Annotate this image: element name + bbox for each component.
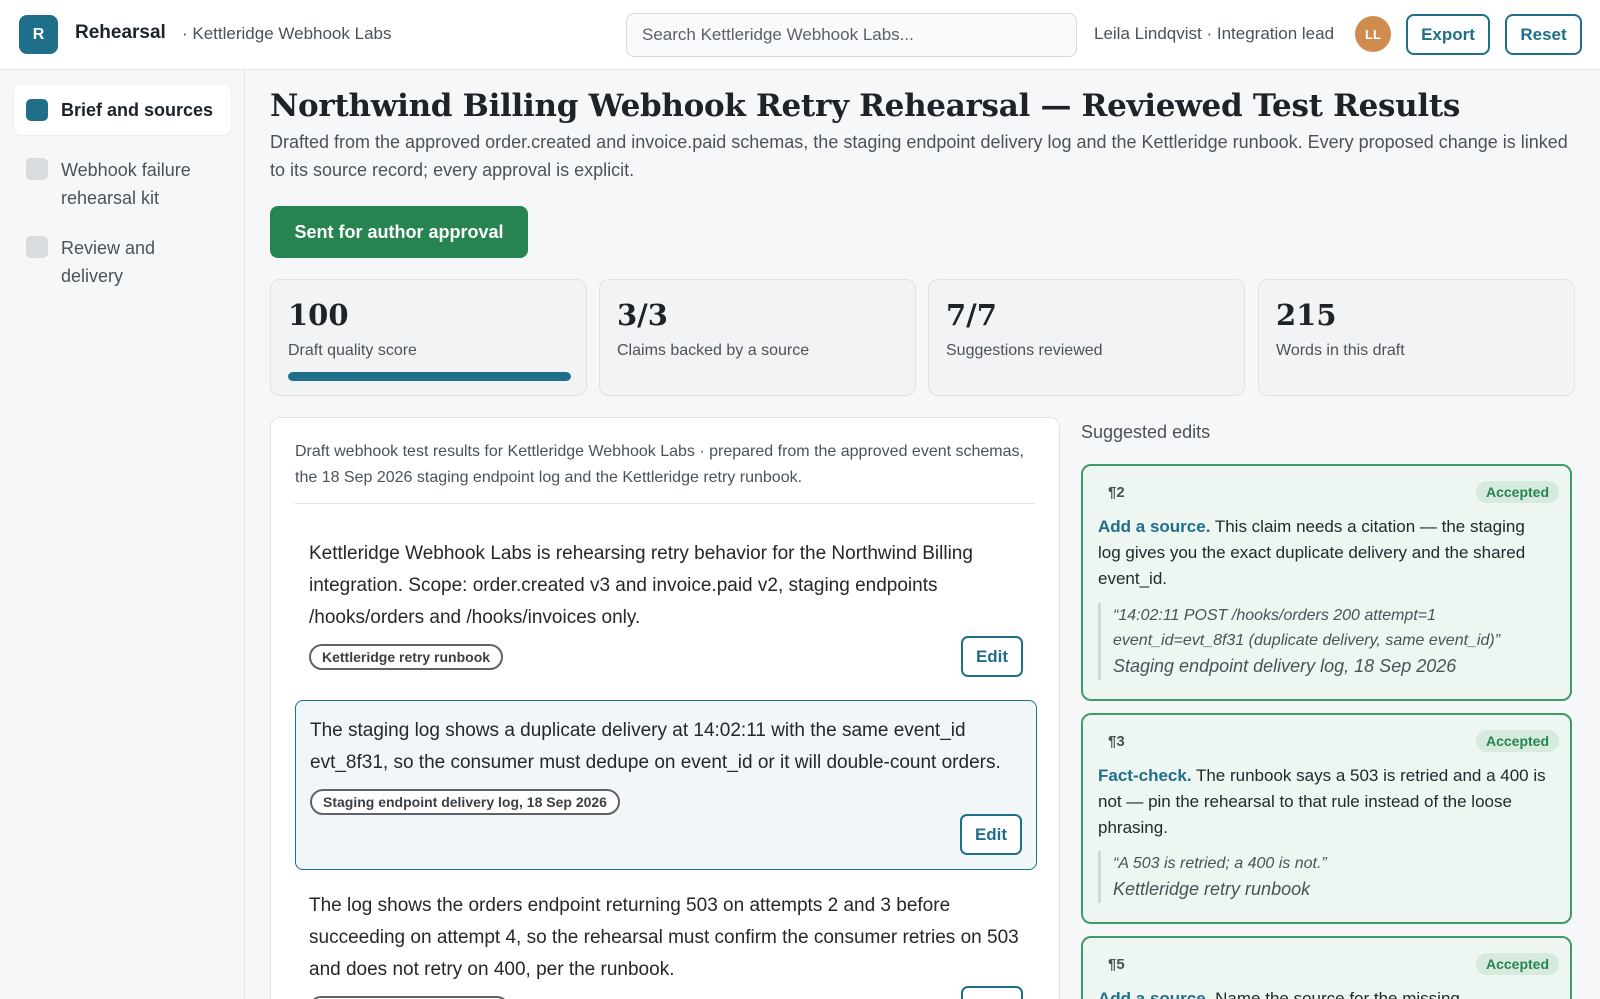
draft-paragraph-selected[interactable]: The staging log shows a duplicate delive… [295,700,1037,870]
quote-text: “14:02:11 POST /hooks/orders 200 attempt… [1113,607,1501,649]
export-button[interactable]: Export [1406,14,1490,55]
quality-progress-bar [288,372,571,381]
suggestion-action: Add a source. [1098,989,1211,999]
stat-label: Suggestions reviewed [946,342,1103,359]
user-info: Leila Lindqvist · Integration lead [1094,24,1335,43]
quote-source: Staging endpoint delivery log, 18 Sep 20… [1113,656,1457,676]
suggestion-body: Add a source. This claim needs a citatio… [1098,514,1548,592]
step-indicator-icon [26,158,48,180]
suggestion-body: Fact-check. The runbook says a 503 is re… [1098,763,1548,841]
app-name: Rehearsal [75,22,166,43]
top-bar: R Rehearsal · Kettleridge Webhook Labs L… [0,0,1600,70]
stat-label: Words in this draft [1276,342,1405,359]
source-tag[interactable]: Staging endpoint delivery log, 18 Sep 20… [310,789,620,815]
paragraph-text: Kettleridge Webhook Labs is rehearsing r… [309,543,973,628]
sidebar: Brief and sources Webhook failure rehear… [0,70,245,999]
draft-panel: Draft webhook test results for Kettlerid… [270,417,1060,999]
sidebar-item-brief-and-sources[interactable]: Brief and sources [14,85,231,135]
draft-paragraph[interactable]: The log shows the orders endpoint return… [295,876,1037,999]
suggestion-card[interactable]: ¶3 Accepted Fact-check. The runbook says… [1081,713,1572,924]
suggestion-text: Name the source for the missing [1210,989,1460,999]
edit-paragraph-button[interactable]: Edit [960,814,1022,855]
paragraph-reference: ¶2 [1108,484,1125,501]
sidebar-item-webhook-failure-rehearsal-kit[interactable]: Webhook failure rehearsal kit [14,144,231,224]
suggestion-card[interactable]: ¶2 Accepted Add a source. This claim nee… [1081,464,1572,701]
stat-card-quality-score: 100 Draft quality score [270,279,587,396]
quality-progress-fill [288,372,571,381]
status-badge: Accepted [1475,730,1559,752]
app-logo[interactable]: R [19,15,58,54]
stat-label: Claims backed by a source [617,342,810,359]
avatar[interactable]: LL [1355,16,1391,52]
suggested-edits-title: Suggested edits [1081,422,1211,442]
stat-card-suggestions-reviewed: 7/7 Suggestions reviewed [928,279,1245,396]
paragraph-reference: ¶5 [1108,956,1125,973]
paragraph-text: The staging log shows a duplicate delive… [310,720,1001,773]
stat-value: 215 [1276,298,1337,332]
suggestion-card[interactable]: ¶5 Accepted Add a source. Name the sourc… [1081,936,1572,999]
paragraph-reference: ¶3 [1108,733,1125,750]
paragraph-text: The log shows the orders endpoint return… [309,895,1019,980]
page-title: Northwind Billing Webhook Retry Rehearsa… [270,88,1461,124]
reset-button[interactable]: Reset [1505,14,1582,55]
status-badge: Accepted [1475,953,1559,975]
source-quote: “14:02:11 POST /hooks/orders 200 attempt… [1098,603,1548,680]
page-subtitle: Drafted from the approved order.created … [270,132,1568,180]
source-tag[interactable]: Kettleridge retry runbook [309,644,504,670]
suggestion-action: Fact-check. [1098,766,1192,785]
workspace-name: · Kettleridge Webhook Labs [182,24,392,43]
stat-value: 100 [288,298,349,332]
source-quote: “A 503 is retried; a 400 is not.” Kettle… [1098,851,1548,903]
suggestion-body: Add a source. Name the source for the mi… [1098,986,1548,999]
suggestion-action: Add a source. [1098,517,1211,536]
draft-paragraph[interactable]: Kettleridge Webhook Labs is rehearsing r… [295,524,1037,684]
stat-label: Draft quality score [288,342,417,359]
sidebar-item-label: Brief and sources [61,100,214,120]
edit-paragraph-button[interactable] [961,986,1023,999]
draft-header: Draft webhook test results for Kettlerid… [295,439,1035,504]
stat-value: 3/3 [617,298,668,332]
sidebar-item-label: Review and delivery [61,238,156,286]
step-indicator-icon [26,99,48,121]
sidebar-item-label: Webhook failure rehearsal kit [61,160,191,208]
search-input[interactable] [626,13,1077,57]
stat-value: 7/7 [946,298,997,332]
stat-card-word-count: 215 Words in this draft [1258,279,1575,396]
stat-card-claims-backed: 3/3 Claims backed by a source [599,279,916,396]
sidebar-item-review-and-delivery[interactable]: Review and delivery [14,222,231,302]
edit-paragraph-button[interactable]: Edit [961,636,1023,677]
quote-text: “A 503 is retried; a 400 is not.” [1113,855,1327,872]
quote-source: Kettleridge retry runbook [1113,879,1311,899]
status-badge: Accepted [1475,481,1559,503]
step-indicator-icon [26,236,48,258]
approval-status-button[interactable]: Sent for author approval [270,206,528,258]
